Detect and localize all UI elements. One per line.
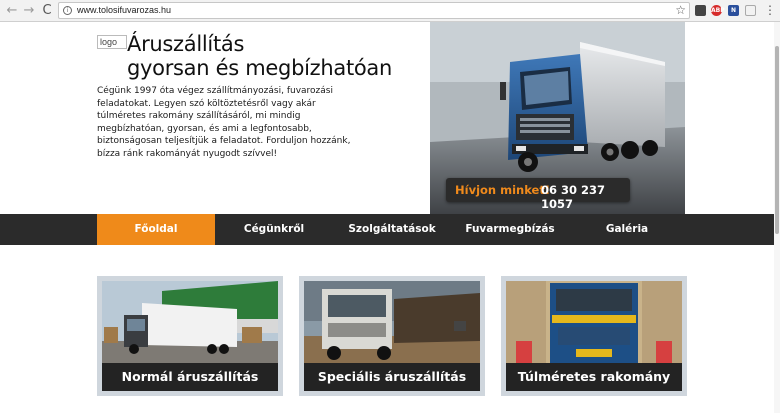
browser-toolbar: ← → C i www.tolosifuvarozas.hu ☆ ABP N ⋮: [0, 0, 780, 22]
nav-item-about[interactable]: Cégünkről: [215, 214, 333, 245]
service-card-normal[interactable]: Normál áruszállítás: [97, 276, 283, 396]
nav-item-home[interactable]: Főoldal: [97, 214, 215, 245]
nav-item-order[interactable]: Fuvarmegbízás: [451, 214, 569, 245]
nav-item-gallery[interactable]: Galéria: [569, 214, 685, 245]
forward-icon[interactable]: →: [22, 3, 36, 19]
truck-warehouse-photo: [102, 281, 278, 367]
extension-icon[interactable]: [745, 5, 756, 16]
timber-truck-photo: [304, 281, 480, 367]
call-us-box[interactable]: Hívjon minket! 06 30 237 1057: [446, 178, 630, 211]
bookmark-star-icon[interactable]: ☆: [675, 3, 686, 17]
browser-menu-icon[interactable]: ⋮: [764, 3, 776, 17]
nav-item-services[interactable]: Szolgáltatások: [333, 214, 451, 245]
page-scrollbar[interactable]: [774, 22, 780, 413]
intro-paragraph: Cégünk 1997 óta végez szállítmányozási, …: [97, 86, 351, 159]
card-caption[interactable]: Túlméretes rakomány: [506, 363, 682, 391]
scrollbar-thumb[interactable]: [775, 46, 779, 234]
adblock-icon[interactable]: ABP: [711, 5, 725, 16]
news-extension-icon[interactable]: N: [728, 5, 739, 16]
main-nav: Főoldal Cégünkről Szolgáltatások Fuvarme…: [0, 214, 780, 245]
bookmarks-icon[interactable]: [695, 5, 706, 16]
page-title-line1: Áruszállítás: [127, 32, 245, 56]
service-card-special[interactable]: Speciális áruszállítás: [299, 276, 485, 396]
info-icon[interactable]: i: [63, 6, 72, 15]
card-photo: [102, 281, 278, 367]
oversize-truck-photo: [506, 281, 682, 367]
logo[interactable]: logo: [97, 35, 127, 49]
page-title-line2: gyorsan és megbízhatóan: [127, 56, 393, 80]
call-label: Hívjon minket!: [455, 183, 551, 197]
reload-icon[interactable]: C: [40, 3, 54, 19]
service-card-oversize[interactable]: Túlméretes rakomány: [501, 276, 687, 396]
address-bar[interactable]: i www.tolosifuvarozas.hu ☆: [58, 2, 690, 19]
card-caption[interactable]: Normál áruszállítás: [102, 363, 278, 391]
card-photo: [304, 281, 480, 367]
url-text[interactable]: www.tolosifuvarozas.hu: [77, 5, 171, 15]
card-photo: [506, 281, 682, 367]
back-icon[interactable]: ←: [5, 3, 19, 19]
card-caption[interactable]: Speciális áruszállítás: [304, 363, 480, 391]
hero-right-blank: [685, 22, 780, 214]
phone-number[interactable]: 06 30 237 1057: [541, 183, 630, 211]
